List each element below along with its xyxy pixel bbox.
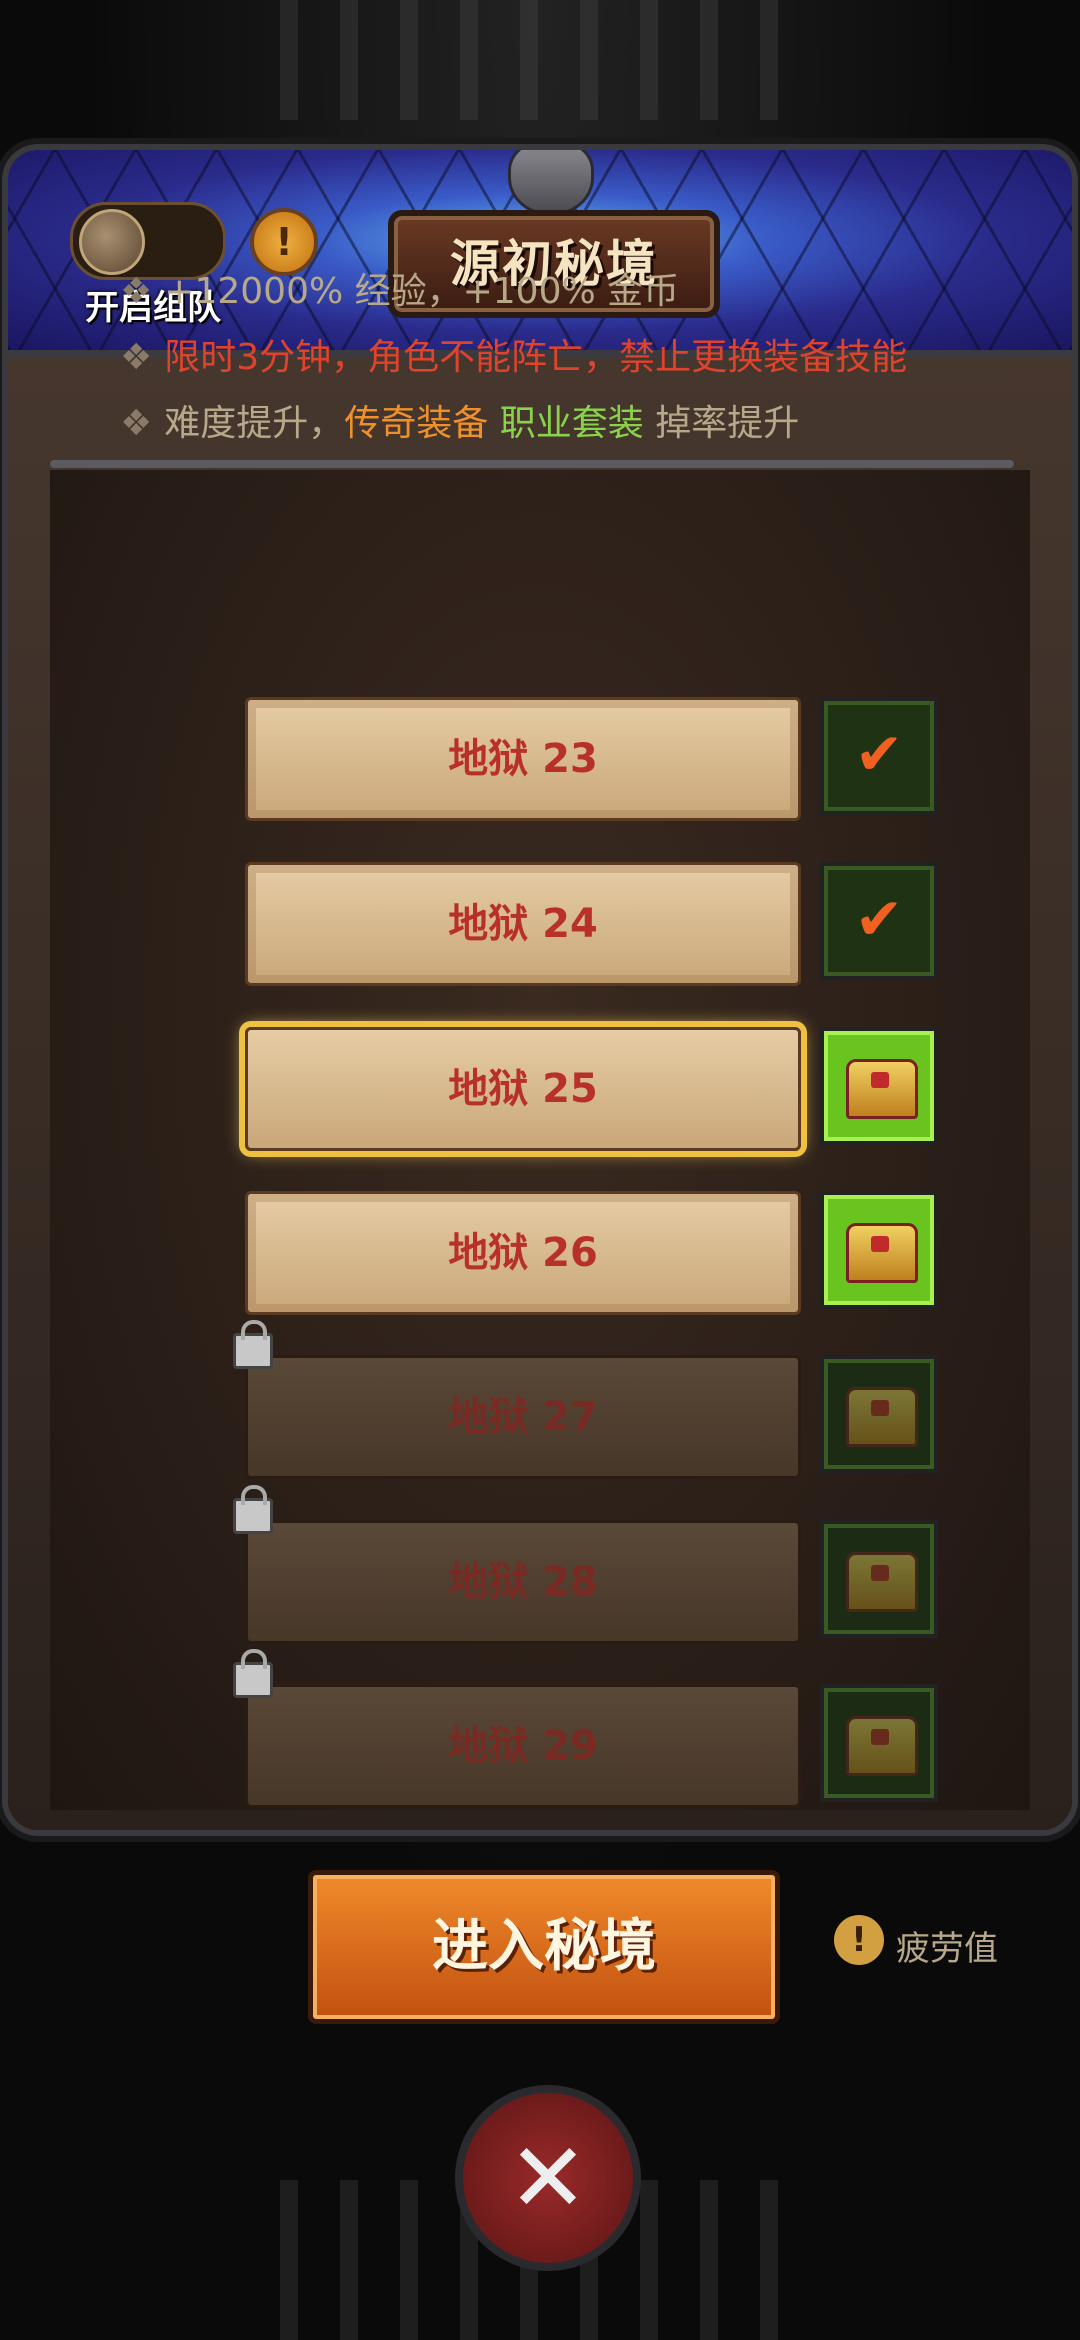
level-plank: 地狱 28 xyxy=(245,1520,801,1644)
level-plank[interactable]: 地狱 25 xyxy=(245,1027,801,1151)
reward-box xyxy=(820,1355,938,1473)
reward-box xyxy=(820,1684,938,1802)
reward-box xyxy=(820,1520,938,1638)
enter-dungeon-button[interactable]: 进入秘境 xyxy=(308,1870,780,2024)
chest-icon xyxy=(846,1223,918,1283)
check-icon: ✔ xyxy=(854,885,904,953)
chest-icon xyxy=(846,1716,918,1776)
level-row-locked: 地狱 27 xyxy=(233,1320,938,1479)
enter-button-label: 进入秘境 xyxy=(432,1914,656,1979)
level-row[interactable]: 地狱 26 xyxy=(245,1191,938,1315)
lock-icon xyxy=(233,1649,273,1698)
level-row-locked: 地狱 28 xyxy=(233,1485,938,1644)
chest-icon xyxy=(846,1059,918,1119)
level-label: 地狱 29 xyxy=(448,1723,598,1769)
level-row[interactable]: 地狱 23 ✔ xyxy=(245,697,938,821)
legendary-gear-text: 传奇装备 xyxy=(344,403,489,444)
divider xyxy=(50,460,1014,468)
top-ornament xyxy=(280,0,800,120)
diamond-bullet-icon: ❖ xyxy=(120,337,153,378)
diamond-bullet-icon: ❖ xyxy=(120,271,153,312)
exclamation-icon: ! xyxy=(834,1915,884,1965)
chest-icon xyxy=(846,1552,918,1612)
fatigue-label: 疲劳值 xyxy=(896,1929,998,1969)
level-plank: 地狱 27 xyxy=(245,1355,801,1479)
level-row-selected[interactable]: 地狱 25 xyxy=(245,1027,938,1151)
reward-box[interactable] xyxy=(820,1191,938,1309)
reward-box: ✔ xyxy=(820,862,938,980)
description-text: 掉率提升 xyxy=(655,403,800,444)
level-plank: 地狱 29 xyxy=(245,1684,801,1808)
level-label: 地狱 27 xyxy=(448,1394,598,1440)
diamond-bullet-icon: ❖ xyxy=(120,403,153,444)
description-text: 限时3分钟，角色不能阵亡，禁止更换装备技能 xyxy=(164,337,908,378)
level-plank[interactable]: 地狱 23 xyxy=(245,697,801,821)
reward-box: ✔ xyxy=(820,697,938,815)
level-label: 地狱 23 xyxy=(448,736,598,782)
description-text: +12000% 经验，+100% 金币 xyxy=(164,271,680,312)
level-label: 地狱 25 xyxy=(448,1066,598,1112)
close-icon: ✕ xyxy=(507,2122,589,2234)
header-banner: 开启组队 ! 源初秘境 xyxy=(8,150,1072,358)
check-icon: ✔ xyxy=(854,720,904,788)
level-row[interactable]: 地狱 24 ✔ xyxy=(245,862,938,986)
description-line-2: ❖ 限时3分钟，角色不能阵亡，禁止更换装备技能 xyxy=(120,328,907,380)
level-plank[interactable]: 地狱 26 xyxy=(245,1191,801,1315)
description-line-3: ❖ 难度提升，传奇装备 职业套装 掉率提升 xyxy=(120,394,799,446)
level-row-locked: 地狱 29 xyxy=(233,1649,938,1808)
level-plank[interactable]: 地狱 24 xyxy=(245,862,801,986)
close-button[interactable]: ✕ xyxy=(455,2085,641,2271)
level-label: 地狱 28 xyxy=(448,1559,598,1605)
description-line-1: ❖ +12000% 经验，+100% 金币 xyxy=(120,262,679,314)
level-label: 地狱 24 xyxy=(448,901,598,947)
description-text: 难度提升， xyxy=(164,403,345,444)
level-label: 地狱 26 xyxy=(448,1230,598,1276)
lock-icon xyxy=(233,1485,273,1534)
chest-icon xyxy=(846,1387,918,1447)
reward-box[interactable] xyxy=(820,1027,938,1145)
class-set-text: 职业套装 xyxy=(499,403,644,444)
lock-icon xyxy=(233,1320,273,1369)
